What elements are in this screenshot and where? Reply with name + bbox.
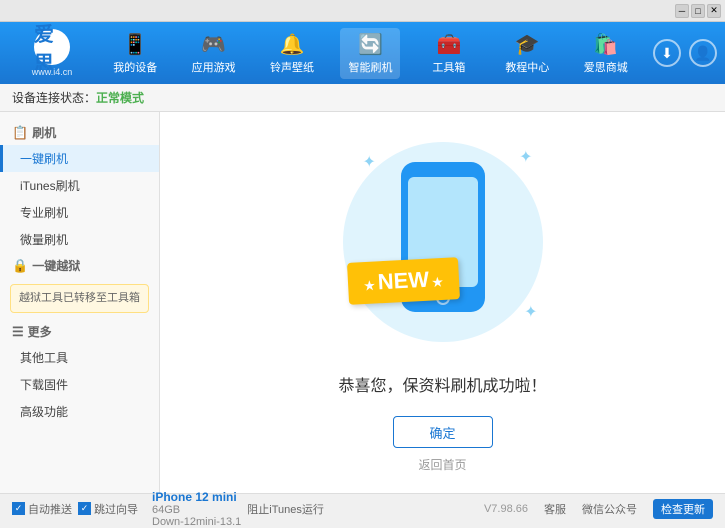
logo-text: www.i4.cn bbox=[32, 67, 73, 77]
skip-wizard-label: 跳过向导 bbox=[94, 501, 138, 517]
mall-icon: 🛍️ bbox=[593, 32, 618, 57]
footer-right: V7.98.66 客服 微信公众号 检查更新 bbox=[484, 499, 713, 519]
jailbreak-notice: 越狱工具已转移至工具箱 bbox=[10, 284, 149, 313]
download-btn[interactable]: ⬇ bbox=[653, 39, 681, 67]
sidebar-item-itunes-flash[interactable]: iTunes刷机 bbox=[0, 172, 159, 199]
footer-link-support[interactable]: 客服 bbox=[544, 501, 566, 517]
nav-label-my-device: 我的设备 bbox=[113, 59, 157, 75]
sidebar-item-mini-flash[interactable]: 微量刷机 bbox=[0, 226, 159, 253]
user-btn[interactable]: 👤 bbox=[689, 39, 717, 67]
jailbreak-section-icon: 🔒 bbox=[12, 258, 28, 274]
sparkle-tl: ✦ bbox=[363, 152, 376, 172]
new-badge: NEW bbox=[346, 257, 459, 305]
sidebar-item-other-tools[interactable]: 其他工具 bbox=[0, 344, 159, 371]
nav-item-apps-games[interactable]: 🎮 应用游戏 bbox=[184, 28, 244, 79]
nav-label-ringtones: 铃声壁纸 bbox=[270, 59, 314, 75]
nav-label-apps-games: 应用游戏 bbox=[192, 59, 236, 75]
content-area: ✦ ✦ ✦ NEW 恭喜您，保资料刷机成功啦！ 确定 返回首页 bbox=[160, 112, 725, 493]
phone-illustration: ✦ ✦ ✦ NEW bbox=[333, 132, 553, 352]
nav-label-toolbox: 工具箱 bbox=[432, 59, 465, 75]
nav-label-smart-flash: 智能刷机 bbox=[348, 59, 392, 75]
main-area: 📋 刷机 一键刷机 iTunes刷机 专业刷机 微量刷机 🔒 一键越狱 越狱工具… bbox=[0, 112, 725, 493]
nav-item-tutorial[interactable]: 🎓 教程中心 bbox=[497, 28, 557, 79]
more-section-icon: ☰ bbox=[12, 324, 24, 340]
my-device-icon: 📱 bbox=[123, 32, 148, 57]
sidebar: 📋 刷机 一键刷机 iTunes刷机 专业刷机 微量刷机 🔒 一键越狱 越狱工具… bbox=[0, 112, 160, 493]
nav-item-smart-flash[interactable]: 🔄 智能刷机 bbox=[340, 28, 400, 79]
sparkle-tr: ✦ bbox=[519, 147, 532, 167]
status-bar: 设备连接状态： 正常模式 bbox=[0, 84, 725, 112]
nav-item-ringtones[interactable]: 🔔 铃声壁纸 bbox=[262, 28, 322, 79]
status-value: 正常模式 bbox=[96, 89, 144, 106]
itunes-notice: 阻止iTunes运行 bbox=[247, 501, 324, 517]
device-name: iPhone 12 mini bbox=[152, 490, 241, 504]
smart-flash-icon: 🔄 bbox=[358, 32, 383, 57]
sidebar-section-more: ☰ 更多 bbox=[0, 319, 159, 344]
sidebar-item-one-click-flash[interactable]: 一键刷机 bbox=[0, 145, 159, 172]
nav-item-my-device[interactable]: 📱 我的设备 bbox=[105, 28, 165, 79]
more-section-label: 更多 bbox=[28, 323, 52, 340]
toolbox-icon: 🧰 bbox=[436, 32, 461, 57]
footer-link-wechat[interactable]: 微信公众号 bbox=[582, 501, 637, 517]
footer-link-update[interactable]: 检查更新 bbox=[653, 499, 713, 519]
back-home-link[interactable]: 返回首页 bbox=[418, 456, 466, 473]
sidebar-item-advanced[interactable]: 高级功能 bbox=[0, 398, 159, 425]
sidebar-section-flash: 📋 刷机 bbox=[0, 120, 159, 145]
confirm-button[interactable]: 确定 bbox=[393, 416, 493, 448]
skip-wizard-checkbox-box: ✓ bbox=[78, 502, 91, 515]
nav-item-toolbox[interactable]: 🧰 工具箱 bbox=[419, 28, 479, 79]
maximize-btn[interactable]: □ bbox=[691, 4, 705, 18]
footer-device: iPhone 12 mini 64GB Down-12mini-13.1 bbox=[152, 490, 241, 528]
success-text: 恭喜您，保资料刷机成功啦！ bbox=[338, 372, 546, 396]
header: 爱思 www.i4.cn 📱 我的设备 🎮 应用游戏 🔔 铃声壁纸 🔄 智能刷机… bbox=[0, 22, 725, 84]
sidebar-section-jailbreak: 🔒 一键越狱 bbox=[0, 253, 159, 278]
sparkle-br: ✦ bbox=[524, 302, 537, 322]
nav-item-mall[interactable]: 🛍️ 爱思商城 bbox=[576, 28, 636, 79]
title-bar: ─ □ ✕ bbox=[0, 0, 725, 22]
minimize-btn[interactable]: ─ bbox=[675, 4, 689, 18]
header-right: ⬇ 👤 bbox=[653, 39, 717, 67]
sidebar-item-download-firmware[interactable]: 下载固件 bbox=[0, 371, 159, 398]
flash-section-icon: 📋 bbox=[12, 125, 28, 141]
ringtones-icon: 🔔 bbox=[280, 32, 305, 57]
skip-wizard-checkbox[interactable]: ✓ 跳过向导 bbox=[78, 501, 138, 517]
footer-version: V7.98.66 bbox=[484, 503, 528, 515]
logo-area[interactable]: 爱思 www.i4.cn bbox=[8, 29, 96, 77]
tutorial-icon: 🎓 bbox=[515, 32, 540, 57]
nav-label-mall: 爱思商城 bbox=[584, 59, 628, 75]
logo-circle: 爱思 bbox=[34, 29, 70, 65]
nav-label-tutorial: 教程中心 bbox=[505, 59, 549, 75]
nav-items: 📱 我的设备 🎮 应用游戏 🔔 铃声壁纸 🔄 智能刷机 🧰 工具箱 🎓 教程中心… bbox=[96, 28, 645, 79]
sidebar-item-pro-flash[interactable]: 专业刷机 bbox=[0, 199, 159, 226]
status-prefix: 设备连接状态： bbox=[12, 89, 96, 106]
footer: ✓ 自动推送 ✓ 跳过向导 iPhone 12 mini 64GB Down-1… bbox=[0, 493, 725, 523]
auto-send-checkbox-box: ✓ bbox=[12, 502, 25, 515]
footer-left: ✓ 自动推送 ✓ 跳过向导 iPhone 12 mini 64GB Down-1… bbox=[12, 490, 484, 528]
close-btn[interactable]: ✕ bbox=[707, 4, 721, 18]
device-storage: 64GB bbox=[152, 504, 241, 516]
auto-send-label: 自动推送 bbox=[28, 501, 72, 517]
flash-section-label: 刷机 bbox=[32, 124, 56, 141]
jailbreak-section-label: 一键越狱 bbox=[32, 257, 80, 274]
device-model: Down-12mini-13.1 bbox=[152, 516, 241, 528]
apps-games-icon: 🎮 bbox=[201, 32, 226, 57]
auto-send-checkbox[interactable]: ✓ 自动推送 bbox=[12, 501, 72, 517]
